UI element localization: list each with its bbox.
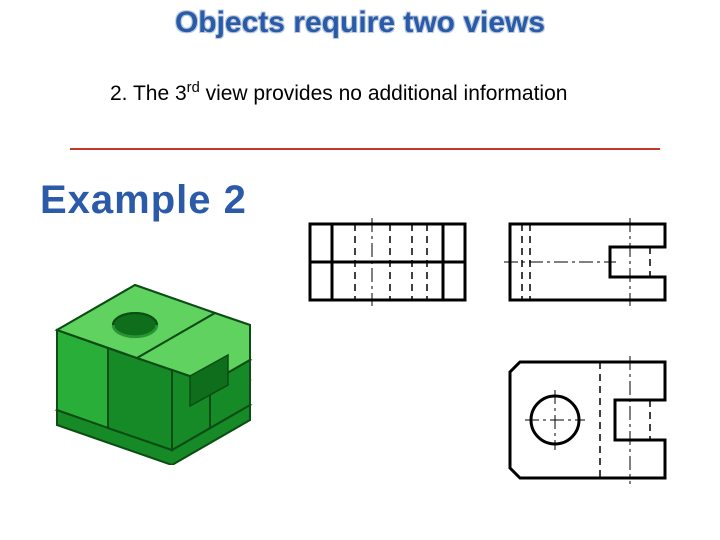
subtitle: 2. The 3rd view provides no additional i… — [110, 82, 567, 106]
page-title: Objects require two views — [0, 6, 720, 40]
isometric-block-icon — [40, 255, 270, 465]
subtitle-suffix: view provides no additional information — [200, 82, 568, 105]
divider — [70, 148, 660, 150]
subtitle-prefix: 2. The 3 — [110, 82, 187, 105]
subtitle-sup: rd — [187, 80, 200, 96]
top-view-icon — [500, 350, 675, 490]
side-view-icon — [500, 212, 675, 312]
example-label: Example 2 — [40, 178, 247, 223]
front-view-icon — [300, 212, 475, 312]
